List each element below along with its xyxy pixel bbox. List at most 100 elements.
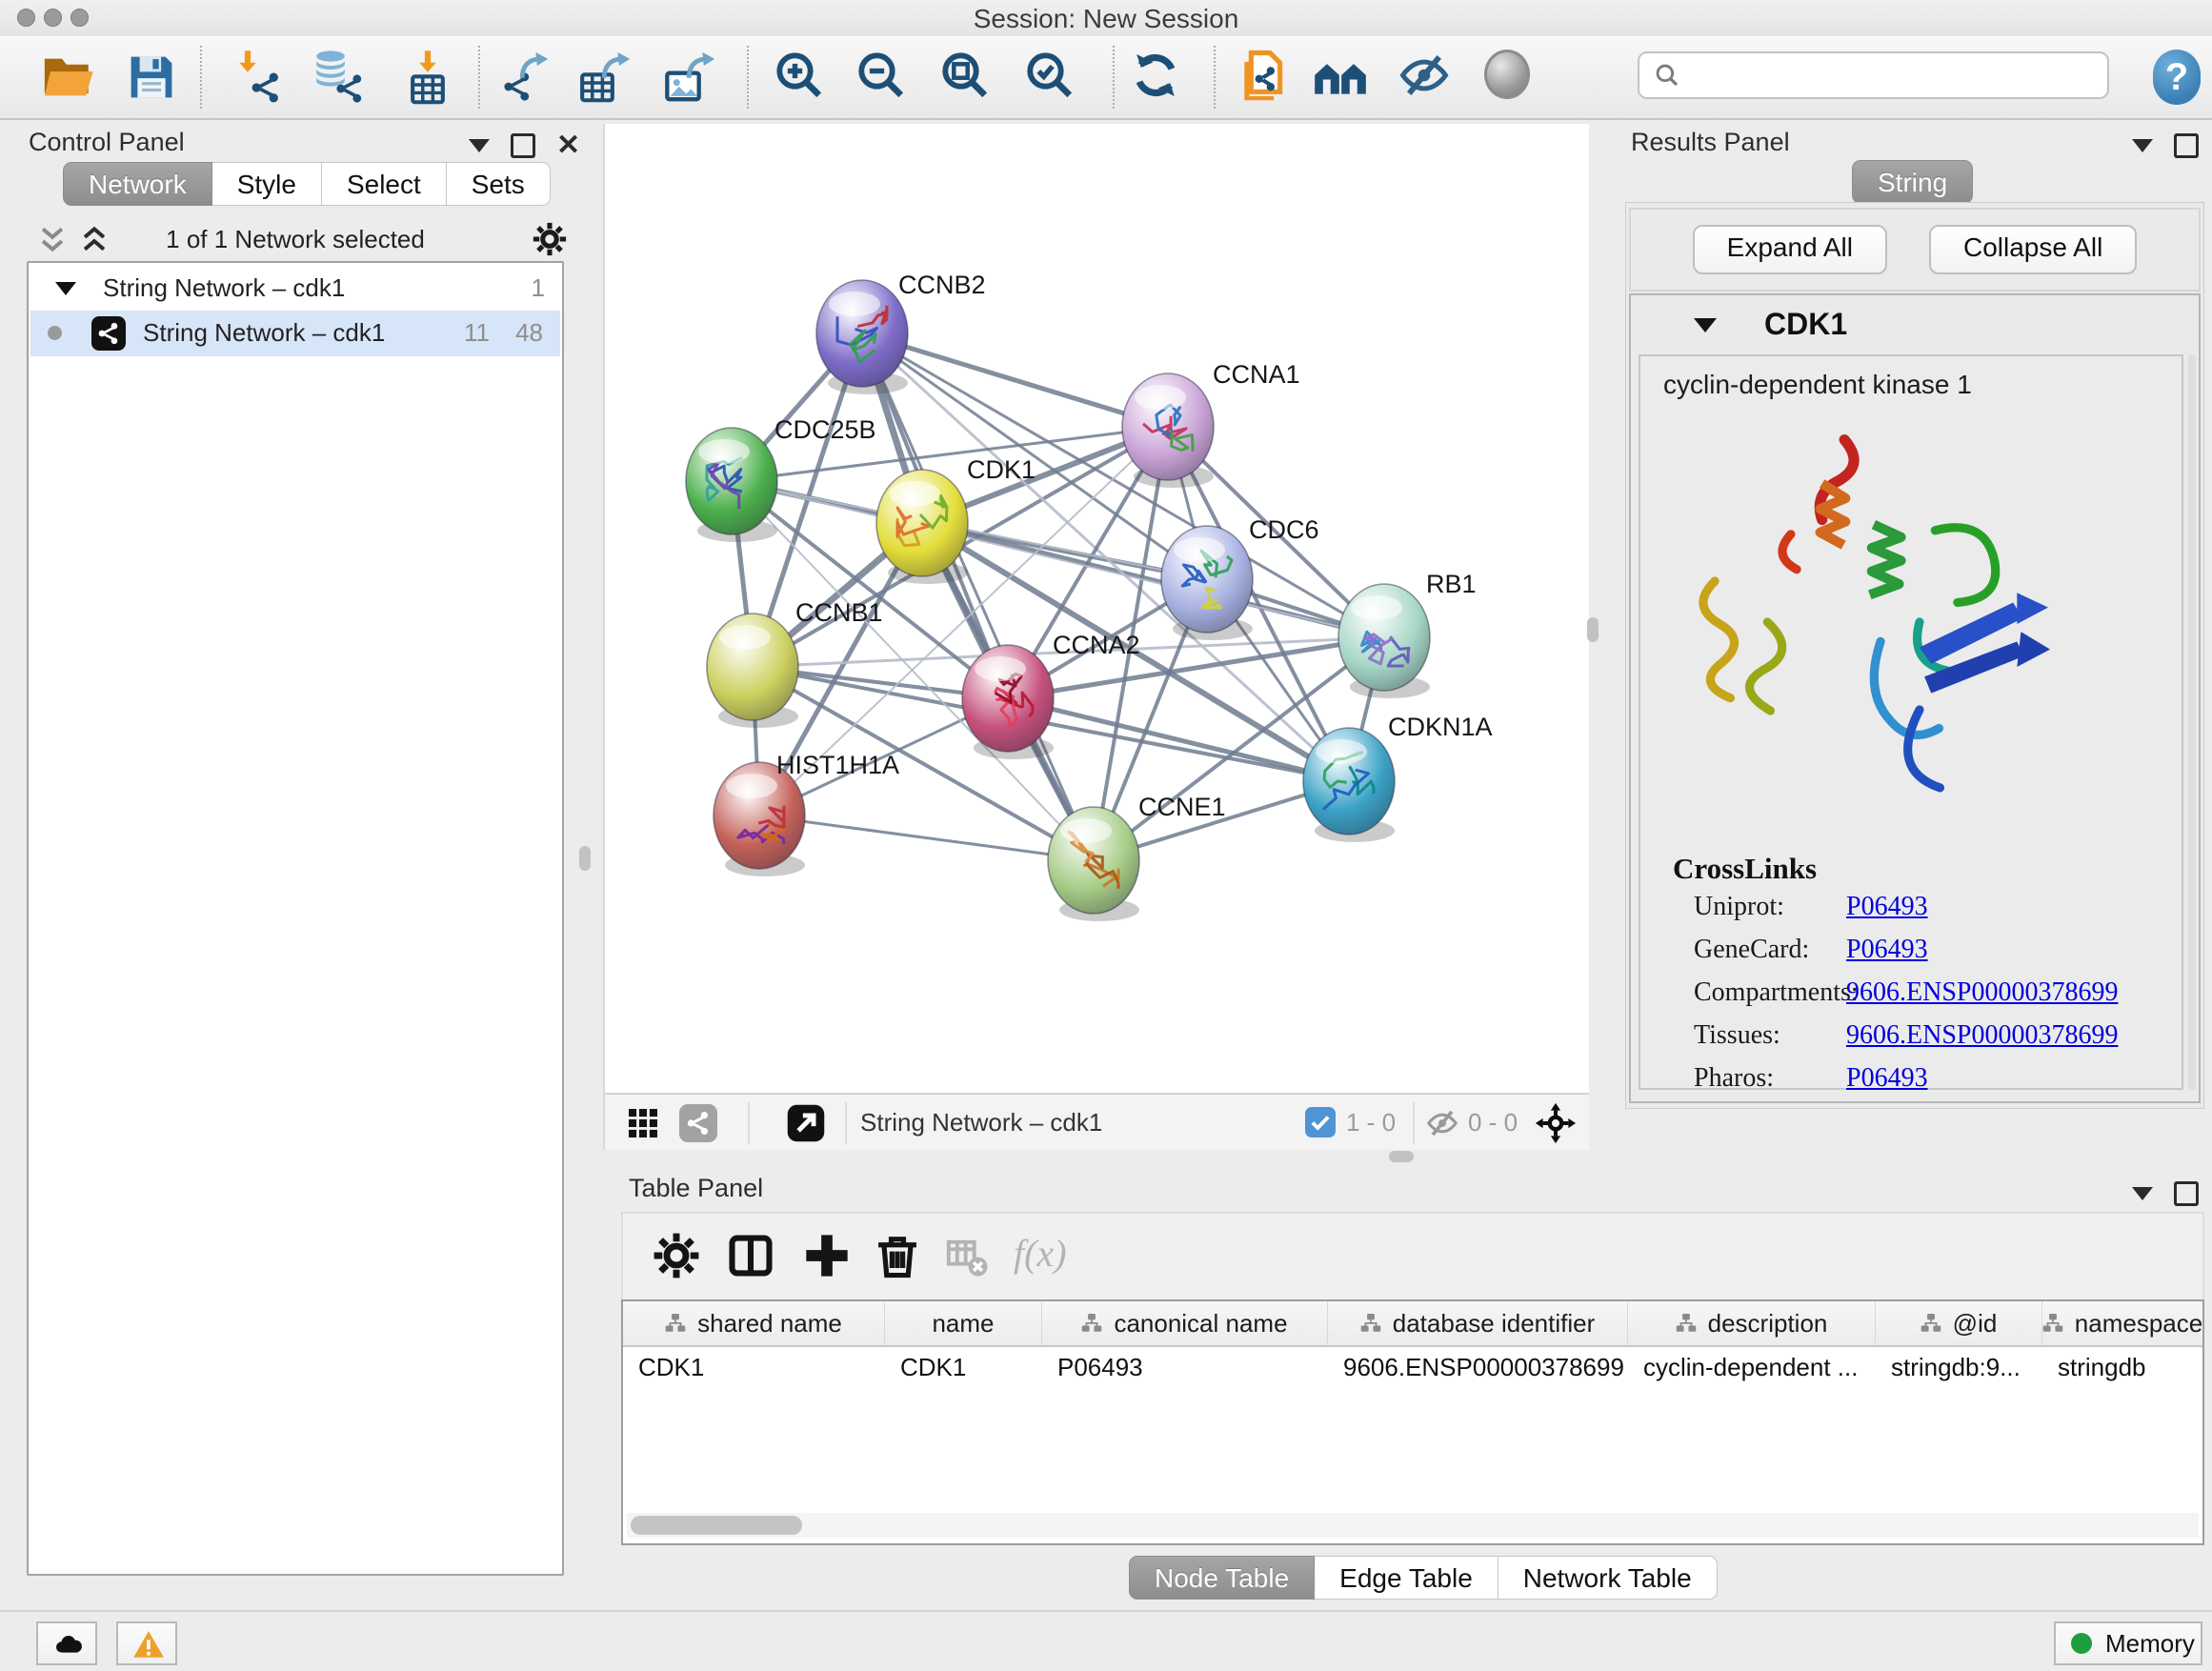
tab-string[interactable]: String	[1852, 160, 1973, 204]
toolbar-separator	[1113, 46, 1115, 109]
inspector-sphere-icon[interactable]	[1484, 50, 1539, 105]
column-header-id[interactable]: @id	[1876, 1301, 2042, 1345]
export-network-icon[interactable]	[499, 50, 554, 105]
expand-all-button[interactable]: Expand All	[1693, 225, 1887, 274]
panel-menu-icon[interactable]	[2132, 139, 2153, 152]
clone-network-icon[interactable]	[1236, 50, 1291, 105]
cell-id[interactable]: stringdb:9...	[1876, 1347, 2042, 1389]
network-collection-row[interactable]: String Network – cdk1 1	[29, 269, 562, 311]
crosslink-link[interactable]: 9606.ENSP00000378699	[1846, 1020, 2118, 1051]
tab-network-table[interactable]: Network Table	[1498, 1556, 1718, 1600]
save-session-icon[interactable]	[124, 50, 179, 105]
bottom-splitter-grip[interactable]	[1389, 1151, 1414, 1162]
panel-menu-icon[interactable]	[2132, 1187, 2153, 1200]
network-edge-CDC6-CDC25B[interactable]	[732, 481, 1207, 579]
cell-name[interactable]: CDK1	[885, 1347, 1042, 1389]
crosslink-row: GeneCard: P06493	[1694, 935, 2170, 976]
right-splitter-grip[interactable]	[1587, 617, 1599, 642]
create-column-icon[interactable]	[802, 1231, 852, 1280]
graphics-details-eye-icon[interactable]	[1398, 50, 1454, 105]
tab-edge-table[interactable]: Edge Table	[1315, 1556, 1498, 1600]
gene-section-header[interactable]: CDK1	[1631, 295, 2199, 354]
cell-shared-name[interactable]: CDK1	[623, 1347, 885, 1389]
crosslink-link[interactable]: P06493	[1846, 1063, 1928, 1094]
panel-float-icon[interactable]	[511, 133, 535, 158]
memory-button[interactable]: Memory	[2054, 1621, 2202, 1665]
zoom-out-icon[interactable]	[855, 50, 911, 105]
network-row-selected[interactable]: String Network – cdk1 11 48	[30, 311, 560, 356]
column-header-shared-name[interactable]: shared name	[623, 1301, 885, 1345]
zoom-selected-icon[interactable]	[1024, 50, 1079, 105]
toolbar-separator	[1214, 46, 1216, 109]
tab-sets[interactable]: Sets	[447, 162, 551, 206]
network-node-label-CDKN1A: CDKN1A	[1388, 713, 1493, 741]
birdseye-crosshair-icon[interactable]	[1535, 1102, 1577, 1144]
import-table-icon[interactable]	[400, 50, 455, 105]
table-row[interactable]: CDK1 CDK1 P06493 9606.ENSP00000378699 cy…	[623, 1347, 2202, 1389]
tab-style[interactable]: Style	[212, 162, 322, 206]
crosslink-label: Tissues:	[1694, 1020, 1780, 1051]
tab-network[interactable]: Network	[63, 162, 212, 206]
delete-column-trash-icon[interactable]	[873, 1231, 922, 1280]
hidden-counts: 0 - 0	[1468, 1108, 1518, 1137]
zoom-in-icon[interactable]	[774, 50, 829, 105]
network-options-gear-icon[interactable]	[532, 221, 568, 257]
network-badge-icon[interactable]	[679, 1104, 717, 1142]
panel-close-icon[interactable]: ✕	[556, 136, 580, 155]
results-panel-tabs: String	[1852, 160, 1973, 204]
cloud-services-button[interactable]	[36, 1621, 97, 1665]
network-node-label-CCNA1: CCNA1	[1213, 360, 1300, 389]
search-input[interactable]	[1697, 57, 2101, 95]
apply-layout-icon[interactable]	[1130, 50, 1185, 105]
column-header-name[interactable]: name	[885, 1301, 1042, 1345]
cell-canonical-name[interactable]: P06493	[1042, 1347, 1328, 1389]
table-settings-gear-icon[interactable]	[652, 1231, 701, 1280]
network-edge-CCNB2-CCNA1[interactable]	[862, 333, 1168, 427]
column-header-namespace[interactable]: namespace	[2042, 1301, 2202, 1345]
scrollbar-thumb[interactable]	[631, 1516, 802, 1535]
export-image-icon[interactable]	[664, 50, 719, 105]
import-network-file-icon[interactable]	[231, 50, 287, 105]
show-columns-icon[interactable]	[726, 1231, 775, 1280]
table-horizontal-scrollbar[interactable]	[627, 1513, 2199, 1538]
import-network-database-icon[interactable]	[311, 50, 366, 105]
crosslink-label: Compartments:	[1694, 977, 1859, 1008]
network-canvas[interactable]: CCNB2CCNA1CDC25BCDK1CDC6RB1CCNB1CCNA2CDK…	[605, 124, 1589, 1091]
results-scrollbar[interactable]	[2188, 354, 2196, 1090]
export-table-icon[interactable]	[579, 50, 634, 105]
string-query-houses-icon[interactable]	[1314, 50, 1369, 105]
help-button[interactable]: ?	[2153, 50, 2201, 105]
selected-checkbox-icon[interactable]	[1305, 1107, 1336, 1137]
panel-float-icon[interactable]	[2174, 1181, 2199, 1206]
column-header-description[interactable]: description	[1628, 1301, 1876, 1345]
open-session-icon[interactable]	[40, 50, 95, 105]
detach-view-icon[interactable]	[786, 1103, 826, 1143]
cell-description[interactable]: cyclin-dependent ...	[1628, 1347, 1876, 1389]
column-header-canonical-name[interactable]: canonical name	[1042, 1301, 1328, 1345]
network-edge-CCNE1-HIST1H1A[interactable]	[759, 815, 1094, 860]
tab-node-table[interactable]: Node Table	[1129, 1556, 1315, 1600]
warnings-button[interactable]	[116, 1621, 177, 1665]
collection-expand-icon[interactable]	[55, 282, 76, 295]
crosslink-link[interactable]: 9606.ENSP00000378699	[1846, 977, 2118, 1008]
network-edge-count: 48	[515, 318, 543, 348]
network-view-title: String Network – cdk1	[860, 1108, 1102, 1137]
crosslink-link[interactable]: P06493	[1846, 892, 1928, 922]
gene-section: CDK1 cyclin-dependent kinase 1 CrossLi	[1629, 293, 2201, 1103]
column-header-database-identifier[interactable]: database identifier	[1328, 1301, 1628, 1345]
panel-menu-icon[interactable]	[469, 139, 490, 152]
cell-namespace[interactable]: stringdb	[2042, 1347, 2202, 1389]
grid-view-icon[interactable]	[626, 1106, 660, 1140]
network-edge-CCNB2-CCNE1[interactable]	[862, 333, 1094, 860]
cell-database-identifier[interactable]: 9606.ENSP00000378699	[1328, 1347, 1628, 1389]
crosslink-link[interactable]: P06493	[1846, 935, 1928, 965]
panel-float-icon[interactable]	[2174, 133, 2199, 158]
fit-content-icon[interactable]	[939, 50, 995, 105]
tab-select[interactable]: Select	[322, 162, 447, 206]
toolbar-separator	[478, 46, 480, 109]
collapse-all-button[interactable]: Collapse All	[1929, 225, 2137, 274]
hidden-eye-icon	[1426, 1107, 1458, 1139]
gene-collapse-icon[interactable]	[1694, 318, 1717, 332]
crosslink-row: Pharos: P06493	[1694, 1063, 2170, 1105]
left-splitter-grip[interactable]	[579, 846, 591, 871]
